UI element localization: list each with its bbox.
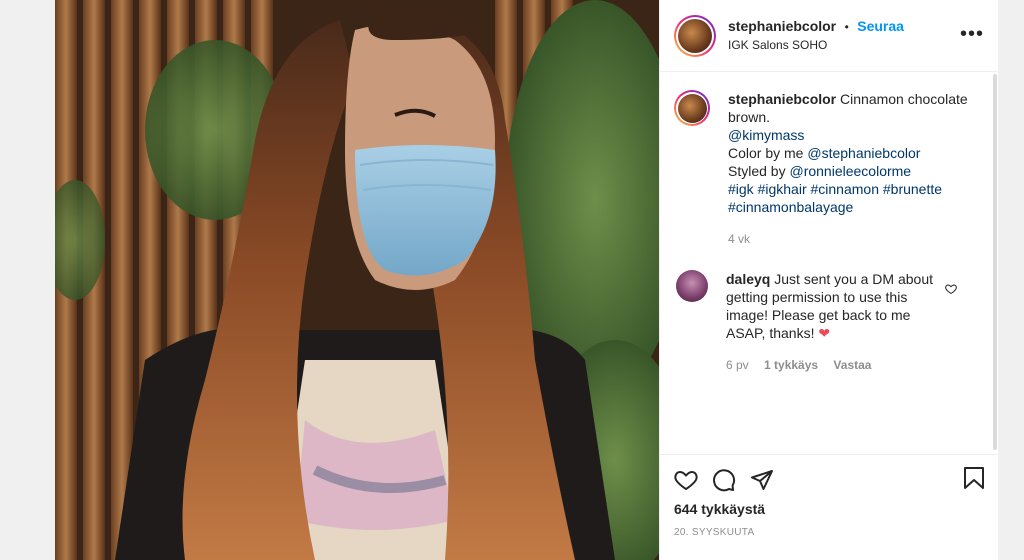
hashtags[interactable]: #cinnamonbalayage [728,198,968,216]
comment-time[interactable]: 6 pv [726,358,749,372]
caption-body: stephaniebcolor Cinnamon chocolate brown… [728,90,968,248]
bookmark-icon[interactable] [963,466,985,495]
caption: stephaniebcolor Cinnamon chocolate brown… [674,90,985,248]
comment-icon[interactable] [712,468,736,492]
mention-link[interactable]: @stephaniebcolor [807,145,920,161]
reply-button[interactable]: Vastaa [833,358,871,372]
comment-likes[interactable]: 1 tykkäys [764,358,818,372]
heart-icon[interactable] [674,468,698,492]
separator-dot: • [844,20,849,34]
post-date[interactable]: 20. SYYSKUUTA [674,527,985,538]
caption-avatar[interactable] [674,90,710,126]
comments-scrollbar[interactable] [992,72,998,454]
author-avatar[interactable] [674,14,716,57]
more-icon[interactable]: ••• [960,24,984,44]
author-username[interactable]: stephaniebcolor [728,18,836,34]
caption-time[interactable]: 4 vk [728,232,750,246]
post-side-panel: stephaniebcolor • Seuraa IGK Salons SOHO… [659,0,999,560]
post-actions: 644 tykkäystä 20. SYYSKUUTA [660,454,999,560]
follow-button[interactable]: Seuraa [857,18,904,34]
mention-link[interactable]: @ronnieleecolorme [789,163,911,179]
scrollbar-thumb[interactable] [993,74,997,450]
commenter-avatar[interactable] [676,270,708,302]
likes-count[interactable]: 644 tykkäystä [674,501,985,517]
red-heart-emoji: ❤ [818,325,831,341]
comment-like-heart-icon[interactable] [945,282,957,300]
post-header: stephaniebcolor • Seuraa IGK Salons SOHO… [660,0,998,72]
caption-line-prefix: Styled by [728,163,790,179]
comment-username[interactable]: daleyq [726,271,770,287]
comment-item: daleyq Just sent you a DM about getting … [674,270,985,374]
page-background-left [0,0,55,560]
post-photo[interactable] [55,0,659,560]
hashtags[interactable]: #igk #igkhair #cinnamon #brunette [728,180,968,198]
comments-list[interactable]: stephaniebcolor Cinnamon chocolate brown… [660,72,999,454]
share-icon[interactable] [750,468,774,492]
location-link[interactable]: IGK Salons SOHO [728,36,904,54]
caption-line-prefix: Color by me [728,145,808,161]
caption-username[interactable]: stephaniebcolor [728,91,836,107]
mention-link[interactable]: @kimymass [728,126,968,144]
comment-body: daleyq Just sent you a DM about getting … [726,270,946,374]
page-background-right [998,0,1024,560]
